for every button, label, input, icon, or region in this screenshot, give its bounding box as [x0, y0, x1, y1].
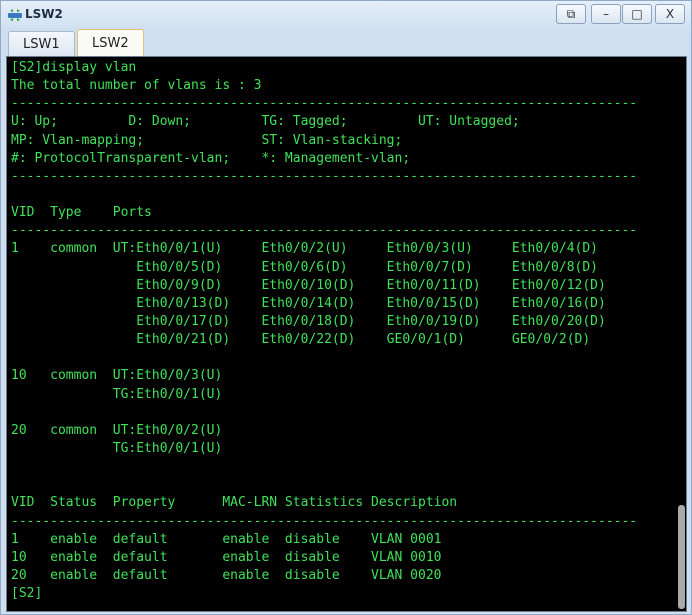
terminal-line: 20 common UT:Eth0/0/2(U): [11, 422, 223, 438]
terminal-line: VID Status Property MAC-LRN Statistics D…: [11, 495, 458, 511]
title-bar[interactable]: LSW2 ⧉ – □ X: [1, 1, 691, 28]
terminal-line: 20 enable default enable disable VLAN 00…: [11, 567, 442, 583]
tab-lsw2[interactable]: LSW2: [77, 29, 144, 56]
maximize-button[interactable]: □: [622, 4, 652, 24]
minimize-button[interactable]: –: [591, 4, 621, 24]
window-title: LSW2: [25, 7, 63, 21]
terminal-console[interactable]: [S2]display vlan The total number of vlan…: [6, 56, 687, 612]
terminal-line: ----------------------------------------…: [11, 513, 638, 529]
terminal-output: [S2]display vlan The total number of vlan…: [11, 59, 675, 603]
tab-label: LSW1: [23, 36, 60, 52]
switch-app-icon: [7, 7, 23, 21]
terminal-line: MP: Vlan-mapping; ST: Vlan-stacking;: [11, 132, 403, 148]
terminal-line: 10 common UT:Eth0/0/3(U): [11, 368, 223, 384]
terminal-line: 10 enable default enable disable VLAN 00…: [11, 549, 442, 565]
terminal-window: LSW2 ⧉ – □ X LSW1 LSW2 [S2]display vlan T…: [0, 0, 692, 615]
terminal-line: ----------------------------------------…: [11, 96, 638, 112]
terminal-line: 1 enable default enable disable VLAN 000…: [11, 531, 442, 547]
terminal-line: Eth0/0/17(D) Eth0/0/18(D) Eth0/0/19(D) E…: [11, 313, 606, 329]
scrollbar-thumb[interactable]: [678, 505, 685, 609]
close-icon: X: [665, 7, 675, 21]
terminal-line: [S2]display vlan: [11, 60, 137, 75]
close-button[interactable]: X: [655, 4, 685, 24]
restore-icon: ⧉: [566, 6, 576, 21]
terminal-line: ----------------------------------------…: [11, 223, 638, 239]
terminal-line: TG:Eth0/0/1(U): [11, 440, 223, 456]
restore-button[interactable]: ⧉: [556, 4, 586, 24]
tab-lsw1[interactable]: LSW1: [8, 31, 75, 56]
terminal-line: ----------------------------------------…: [11, 168, 638, 184]
terminal-line: The total number of vlans is : 3: [11, 78, 262, 94]
terminal-line: VID Type Ports: [11, 205, 152, 221]
maximize-icon: □: [631, 7, 643, 21]
terminal-line: Eth0/0/5(D) Eth0/0/6(D) Eth0/0/7(D) Eth0…: [11, 259, 598, 275]
vertical-scrollbar[interactable]: [676, 57, 686, 611]
terminal-line: TG:Eth0/0/1(U): [11, 386, 223, 402]
tab-bar: LSW1 LSW2: [4, 29, 688, 56]
tab-label: LSW2: [92, 35, 129, 51]
terminal-line: Eth0/0/21(D) Eth0/0/22(D) GE0/0/1(D) GE0…: [11, 332, 591, 348]
terminal-line: Eth0/0/13(D) Eth0/0/14(D) Eth0/0/15(D) E…: [11, 295, 606, 311]
terminal-line: [S2]: [11, 586, 43, 602]
terminal-line: Eth0/0/9(D) Eth0/0/10(D) Eth0/0/11(D) Et…: [11, 277, 606, 293]
terminal-line: #: ProtocolTransparent-vlan; *: Manageme…: [11, 150, 411, 166]
minimize-icon: –: [603, 7, 609, 21]
terminal-line: U: Up; D: Down; TG: Tagged; UT: Untagged…: [11, 114, 520, 130]
terminal-line: 1 common UT:Eth0/0/1(U) Eth0/0/2(U) Eth0…: [11, 241, 598, 257]
